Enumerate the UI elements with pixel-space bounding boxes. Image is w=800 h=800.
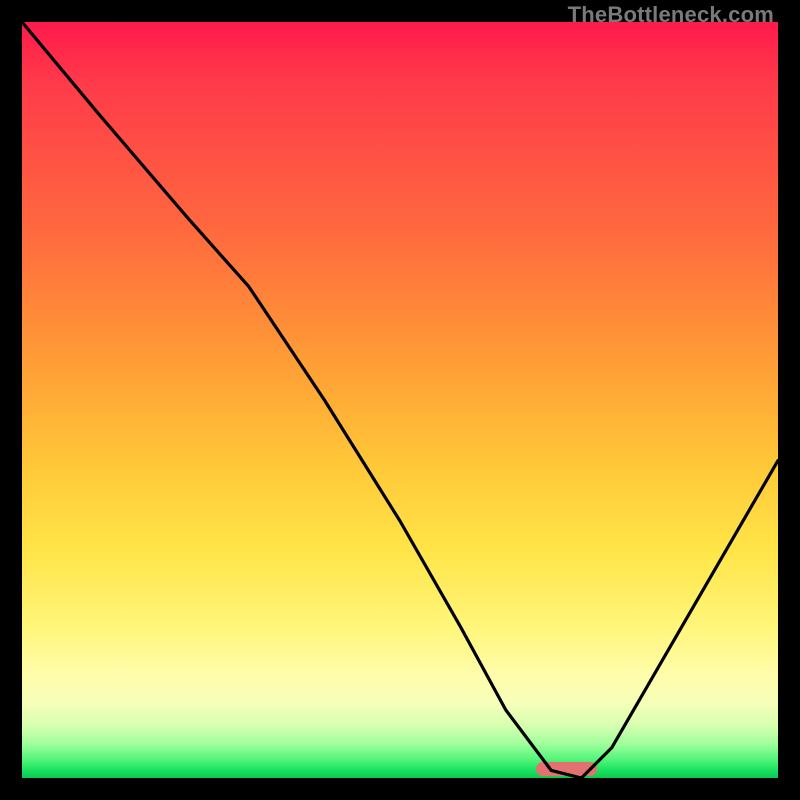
chart-frame: [22, 22, 778, 778]
curve-path: [22, 22, 778, 778]
plot-area: [22, 22, 778, 778]
bottleneck-curve: [22, 22, 778, 778]
